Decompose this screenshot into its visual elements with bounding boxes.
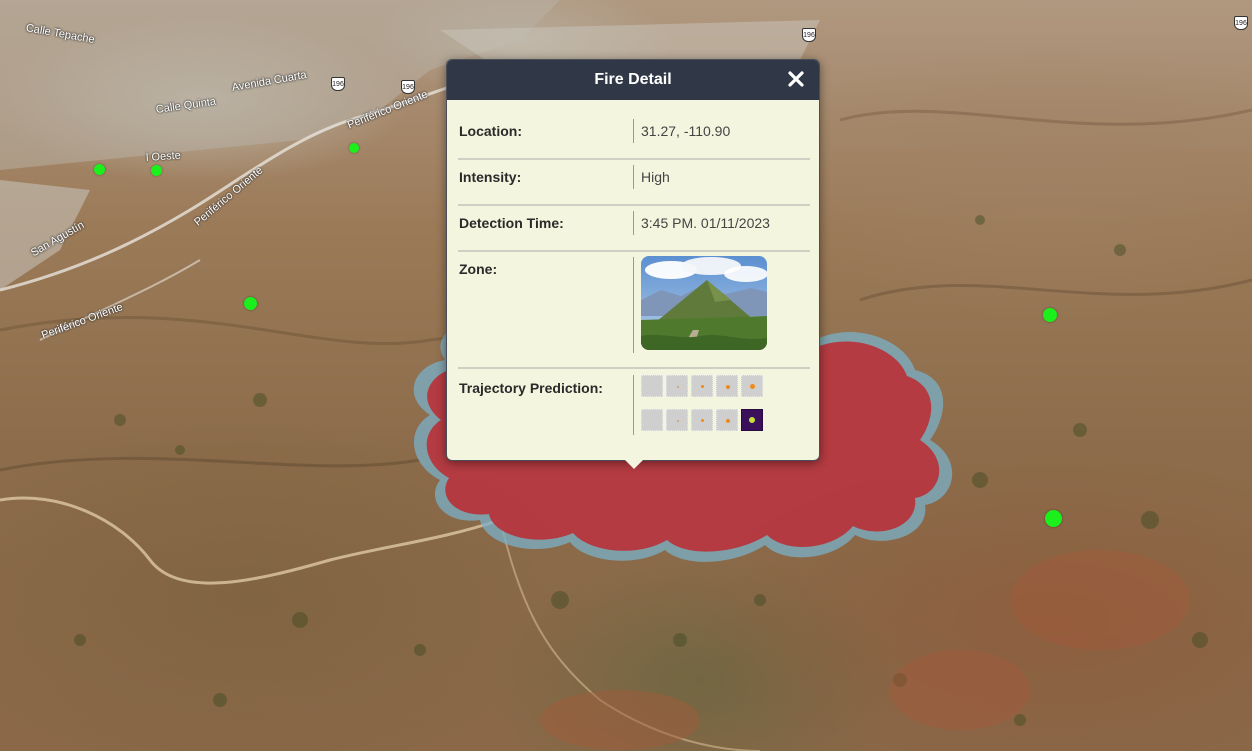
trajectory-frame: [741, 375, 763, 397]
location-value: 31.27, -110.90: [641, 123, 731, 139]
trajectory-frame: [641, 375, 663, 397]
fire-hotspot-marker[interactable]: [1045, 510, 1062, 527]
row-divider: [633, 119, 634, 143]
row-divider: [633, 375, 634, 435]
highway-shield: 196: [331, 77, 345, 91]
trajectory-row: Trajectory Prediction:: [458, 367, 810, 447]
intensity-label: Intensity:: [459, 169, 522, 185]
detection-time-label: Detection Time:: [459, 215, 564, 231]
fire-hotspot-marker[interactable]: [349, 143, 359, 153]
trajectory-frame: [641, 409, 663, 431]
popup-pointer: [625, 460, 643, 469]
location-row: Location: 31.27, -110.90: [458, 112, 810, 160]
close-icon[interactable]: [787, 70, 805, 88]
fire-hotspot-marker[interactable]: [1043, 308, 1057, 322]
fire-hotspot-marker[interactable]: [244, 297, 257, 310]
highway-shield: 196: [401, 80, 415, 94]
trajectory-frame: [741, 409, 763, 431]
zone-row: Zone:: [458, 250, 810, 369]
detection-time-value: 3:45 PM. 01/11/2023: [641, 215, 770, 231]
trajectory-frame: [716, 375, 738, 397]
highway-shield: 196: [802, 28, 816, 42]
popup-header: Fire Detail: [447, 60, 819, 100]
location-label: Location:: [459, 123, 522, 139]
row-divider: [633, 257, 634, 353]
popup-title: Fire Detail: [594, 71, 672, 88]
zone-label: Zone:: [459, 261, 498, 277]
fire-hotspot-marker[interactable]: [94, 164, 105, 175]
highway-shield: 196: [1234, 16, 1248, 30]
trajectory-frame: [666, 375, 688, 397]
trajectory-frame: [691, 375, 713, 397]
zone-image[interactable]: [641, 256, 767, 350]
row-divider: [633, 211, 634, 235]
trajectory-frame: [691, 409, 713, 431]
row-divider: [633, 165, 634, 189]
fire-detail-popup: Fire Detail Location: 31.27, -110.90 Int…: [446, 59, 820, 469]
detection-time-row: Detection Time: 3:45 PM. 01/11/2023: [458, 204, 810, 252]
intensity-row: Intensity: High: [458, 158, 810, 206]
trajectory-label: Trajectory Prediction:: [459, 380, 603, 396]
fire-hotspot-marker[interactable]: [151, 165, 162, 176]
trajectory-frame: [666, 409, 688, 431]
intensity-value: High: [641, 169, 670, 185]
road-label: l Oeste: [145, 149, 182, 164]
trajectory-frame: [716, 409, 738, 431]
